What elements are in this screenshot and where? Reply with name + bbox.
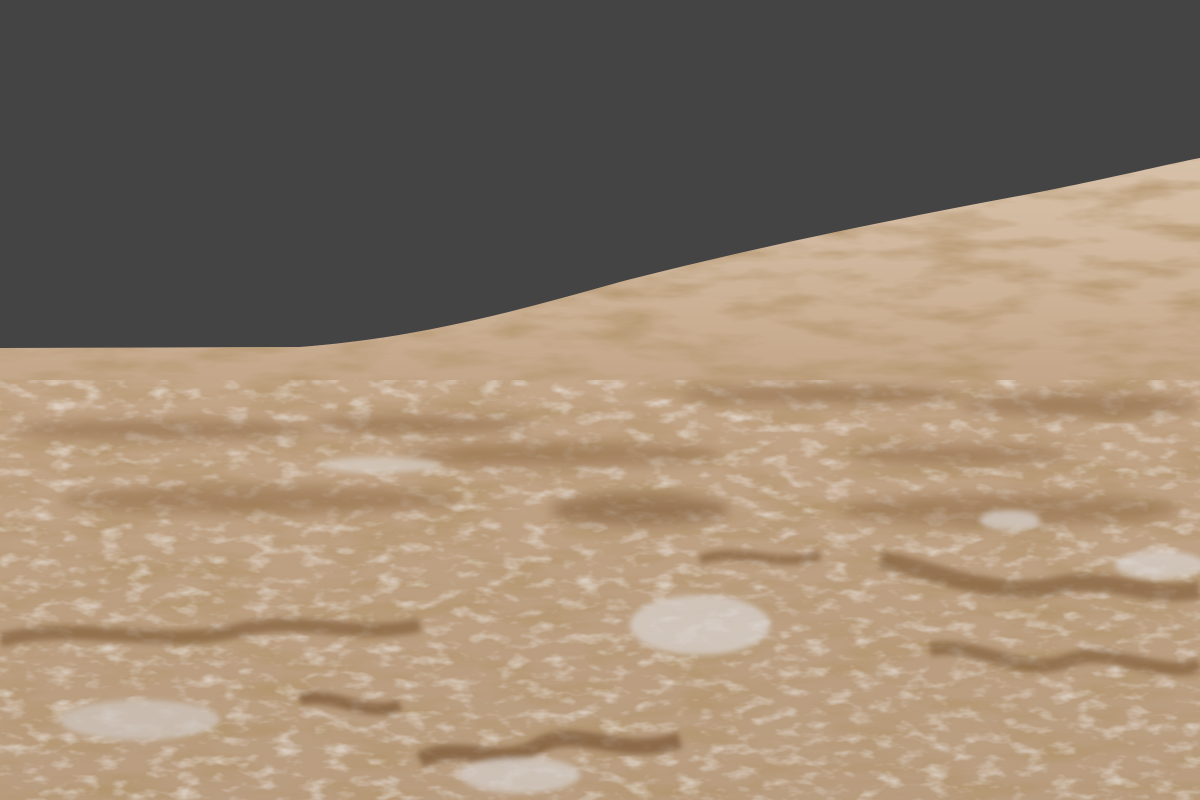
3d-viewport[interactable] bbox=[0, 0, 1200, 800]
terrain-surface bbox=[0, 158, 1200, 800]
